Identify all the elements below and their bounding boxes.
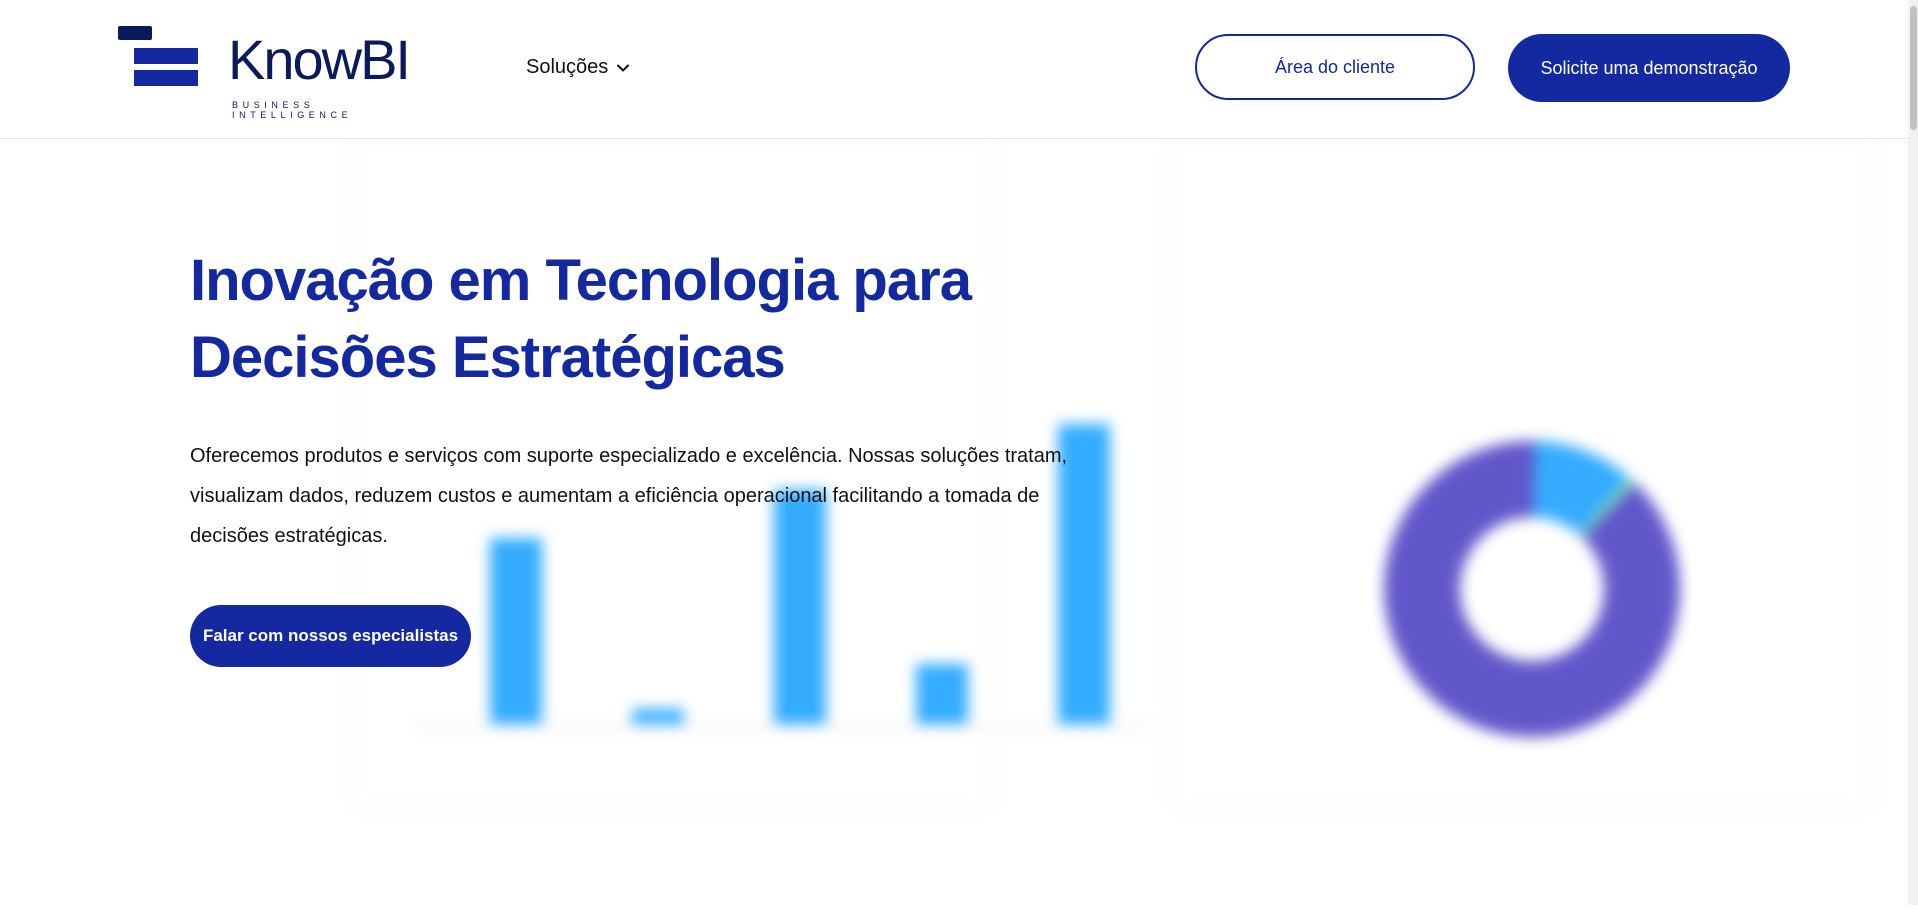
hero-title: Inovação em Tecnologia para Decisões Est… bbox=[190, 248, 972, 390]
donut-chart-panel bbox=[1170, 139, 1872, 811]
scrollbar-thumb[interactable] bbox=[1910, 6, 1917, 130]
nav-solucoes-label: Soluções bbox=[526, 56, 609, 78]
logo-mark-icon bbox=[118, 26, 200, 88]
site-header: KnowBI BUSINESS INTELLIGENCE Soluções Ár… bbox=[0, 0, 1918, 139]
chevron-down-icon bbox=[617, 64, 630, 71]
scrollbar-track[interactable] bbox=[1908, 0, 1918, 905]
client-area-button[interactable]: Área do cliente bbox=[1195, 34, 1475, 100]
logo-wordmark: KnowBI bbox=[228, 28, 411, 91]
knowbi-logo[interactable]: KnowBI BUSINESS INTELLIGENCE bbox=[118, 26, 428, 120]
hero-description: Oferecemos produtos e serviços com supor… bbox=[190, 445, 1068, 547]
logo-tagline: BUSINESS INTELLIGENCE bbox=[232, 100, 353, 120]
request-demo-button[interactable]: Solicite uma demonstração bbox=[1508, 34, 1790, 102]
nav-solucoes[interactable]: Soluções bbox=[526, 56, 630, 79]
talk-to-specialists-button[interactable]: Falar com nossos especialistas bbox=[190, 605, 471, 667]
